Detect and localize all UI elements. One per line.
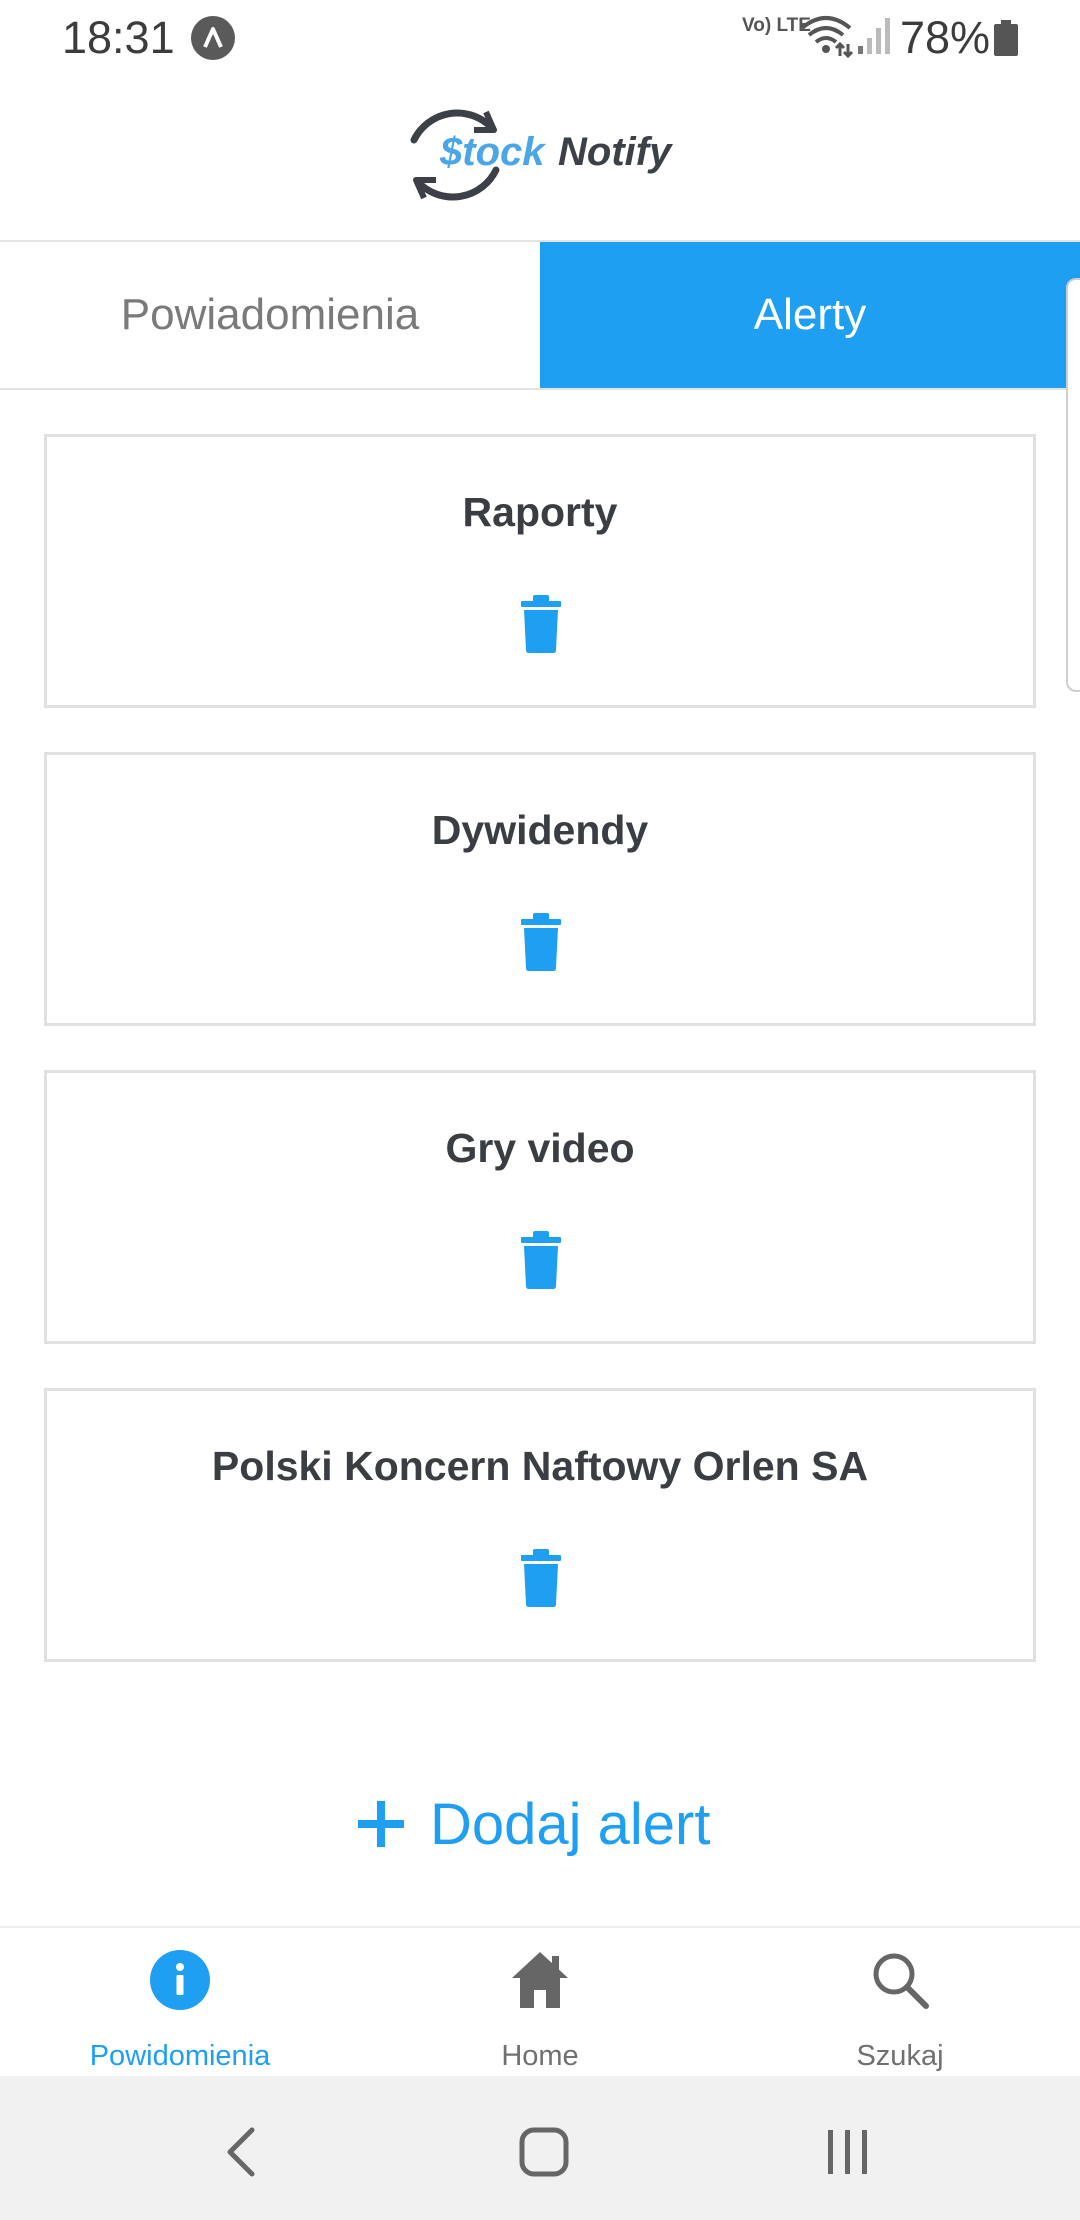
alert-card: Gry video (44, 1070, 1036, 1344)
trash-icon[interactable] (519, 1549, 563, 1607)
nav-item-home[interactable]: Home (390, 1928, 690, 2078)
battery-icon (994, 20, 1018, 56)
nav-item-szukaj[interactable]: Szukaj (750, 1928, 1050, 2078)
trash-icon[interactable] (519, 595, 563, 653)
logo-text-stock: $tock (440, 130, 545, 174)
nav-label: Szukaj (856, 2040, 944, 2072)
alert-title: Dywidendy (431, 807, 649, 853)
alert-list: Raporty Dywidendy Gry video Polski Konce… (44, 434, 1036, 1706)
home-icon (512, 1952, 568, 2008)
nav-label: Home (501, 2040, 579, 2072)
recent-apps-icon[interactable] (818, 2122, 878, 2182)
status-bar: 18:31 Vo) LTE 78% (0, 0, 1080, 76)
alert-card: Raporty (44, 434, 1036, 708)
alert-title: Polski Koncern Naftowy Orlen SA (211, 1443, 869, 1489)
alert-title: Raporty (462, 489, 618, 535)
back-icon[interactable] (214, 2122, 274, 2182)
info-icon (150, 1950, 210, 2010)
signal-icon (856, 16, 892, 56)
app-header: $tock Notify (0, 76, 1080, 240)
trash-icon[interactable] (519, 913, 563, 971)
nav-label: Powidomienia (89, 2040, 271, 2072)
system-navigation-bar (0, 2076, 1080, 2220)
alert-title: Gry video (445, 1125, 635, 1171)
nav-item-powidomienia[interactable]: Powidomienia (30, 1928, 330, 2078)
trash-icon[interactable] (519, 1231, 563, 1289)
scroll-indicator[interactable] (1066, 278, 1080, 692)
home-button-icon[interactable] (514, 2122, 574, 2182)
alert-card: Dywidendy (44, 752, 1036, 1026)
tab-alerty[interactable]: Alerty (540, 242, 1080, 388)
notification-app-icon (191, 16, 235, 60)
battery-percent: 78% (900, 12, 991, 63)
logo-text-notify: Notify (558, 130, 672, 174)
add-alert-label: Dodaj alert (430, 1791, 711, 1857)
status-time: 18:31 (62, 12, 175, 63)
alert-card: Polski Koncern Naftowy Orlen SA (44, 1388, 1036, 1662)
add-alert-button[interactable]: Dodaj alert (356, 1784, 710, 1864)
wifi-icon (796, 14, 856, 59)
app-logo: $tock Notify (400, 98, 690, 212)
tab-bar: Powiadomienia Alerty (0, 240, 1080, 390)
app-screen: 18:31 Vo) LTE 78% $tock Notify Powiadomi… (0, 0, 1080, 2220)
bottom-navigation: Powidomienia Home Szukaj (0, 1926, 1080, 2076)
search-icon (873, 1953, 929, 2009)
plus-icon (358, 1801, 404, 1847)
tab-powiadomienia[interactable]: Powiadomienia (0, 242, 540, 388)
